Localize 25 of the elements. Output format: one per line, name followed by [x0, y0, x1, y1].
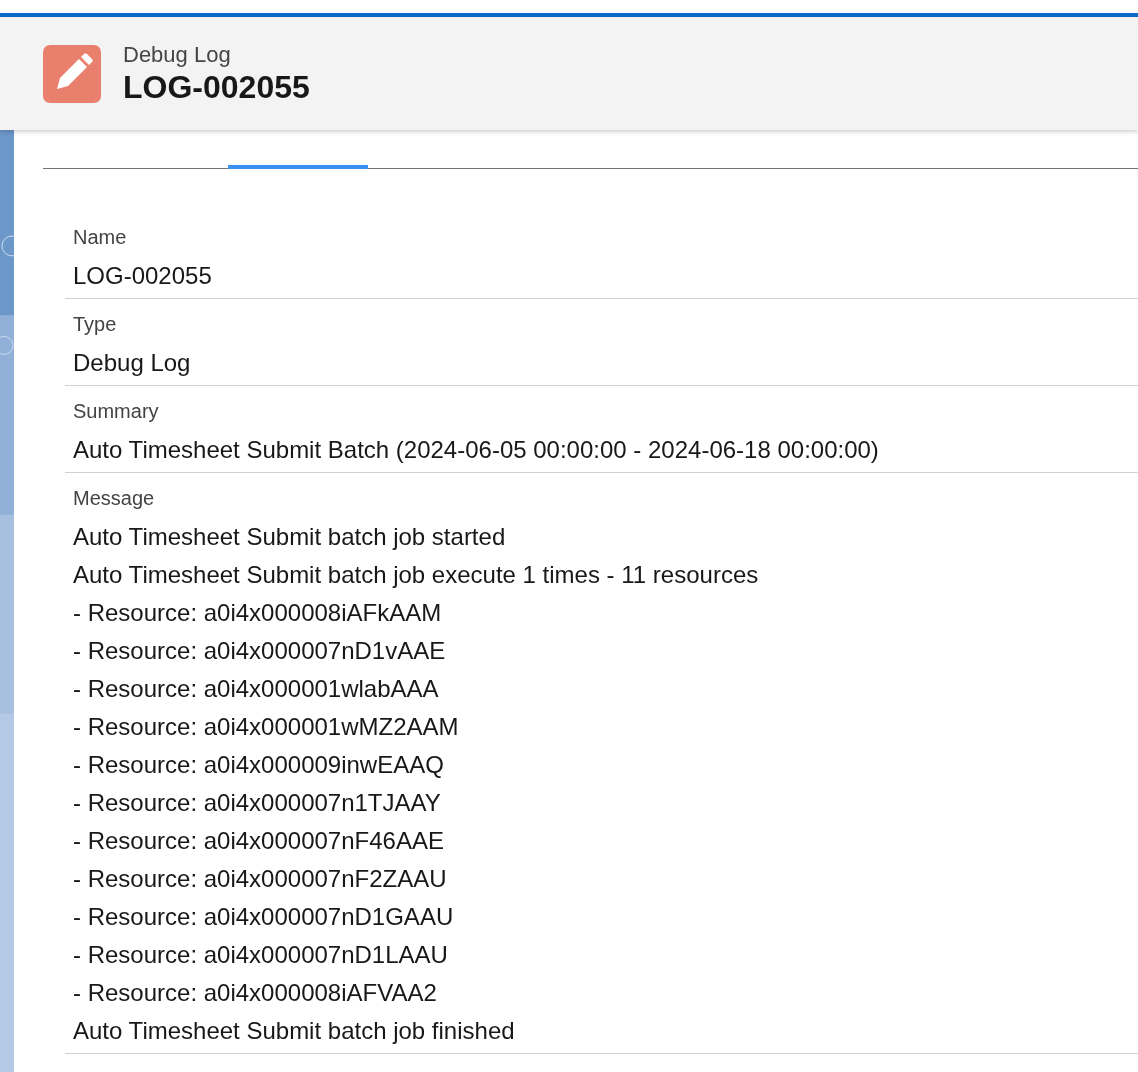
record-title: LOG-002055 [123, 67, 310, 106]
field-value: Auto Timesheet Submit Batch (2024-06-05 00:00:00 - 2024-06-18 00:00:00) [73, 435, 880, 465]
field-value: LOG-002055 [73, 261, 213, 291]
field-value: - Resource: a0i4x000007nD1LAAU [73, 940, 449, 970]
field-label: Message [73, 486, 156, 511]
field-value: - Resource: a0i4x000007nD1vAAE [73, 636, 447, 666]
field-value: - Resource: a0i4x000007nF2ZAAU [73, 864, 448, 894]
field-value: Auto Timesheet Submit batch job started [73, 522, 507, 552]
field-label: Type [73, 312, 118, 337]
pencil-icon [43, 44, 101, 103]
field-value: Auto Timesheet Submit batch job finished [73, 1016, 516, 1046]
field-label: Summary [73, 399, 160, 424]
field-value: - Resource: a0i4x000007nD1GAAU [73, 902, 455, 932]
field-value: Auto Timesheet Submit batch job execute 1 times - 11 resources [73, 560, 760, 590]
selected-tab-underline[interactable] [228, 165, 368, 169]
field-value: - Resource: a0i4x000007nF46AAE [73, 826, 445, 856]
field-value: - Resource: a0i4x000008iAFkAAM [73, 598, 443, 628]
field-value: Debug Log [73, 348, 192, 378]
field-value: - Resource: a0i4x000001wlabAAA [73, 674, 440, 704]
field-value: - Resource: a0i4x000007n1TJAAY [73, 788, 442, 818]
field-value: - Resource: a0i4x000008iAFVAA2 [73, 978, 438, 1008]
object-type: Debug Log [123, 41, 232, 68]
field-value: - Resource: a0i4x000001wMZ2AAM [73, 712, 460, 742]
field-label: Name [73, 225, 128, 250]
field-value: - Resource: a0i4x000009inwEAAQ [73, 750, 445, 780]
